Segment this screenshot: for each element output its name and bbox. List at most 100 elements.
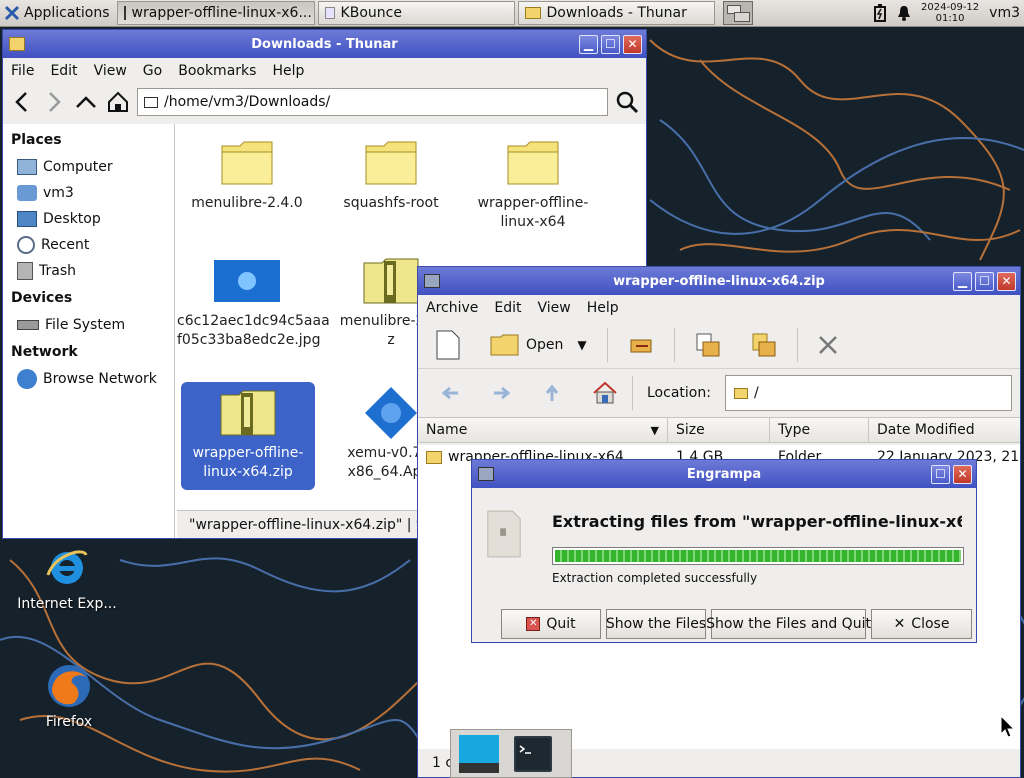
user-menu[interactable]: vm3 — [989, 5, 1020, 21]
back-arrow-icon[interactable] — [440, 385, 460, 401]
home-folder-icon — [17, 185, 37, 201]
menu-edit[interactable]: Edit — [486, 300, 529, 316]
forward-arrow-icon[interactable] — [492, 385, 512, 401]
maximize-button[interactable]: ☐ — [975, 271, 994, 291]
sidebar-item-desktop[interactable]: Desktop — [11, 206, 166, 232]
menu-archive[interactable]: Archive — [418, 300, 486, 316]
extraction-dialog: Engrampa ☐ ✕ Extracting files from "wrap… — [471, 459, 977, 643]
file-item-selected[interactable]: wrapper-offline- linux-x64.zip — [181, 382, 315, 490]
up-arrow-icon[interactable] — [544, 383, 560, 403]
image-thumbnail-icon — [214, 260, 280, 302]
folder-icon — [221, 141, 273, 185]
location-bar[interactable]: /home/vm3/Downloads/ — [137, 88, 608, 116]
quit-button[interactable]: ✕ Quit — [501, 609, 601, 639]
dialog-titlebar[interactable]: Engrampa ☐ ✕ — [472, 460, 976, 488]
add-folder-button[interactable] — [741, 325, 787, 365]
taskbar-item-kbounce[interactable]: KBounce — [317, 1, 515, 25]
search-icon — [616, 91, 639, 114]
desktop-icon-internet-explorer[interactable]: Internet Exp... — [12, 540, 122, 612]
thunar-titlebar[interactable]: Downloads - Thunar ▁ ☐ ✕ — [3, 30, 646, 58]
open-archive-button[interactable]: Open ▼ — [480, 325, 597, 365]
menu-edit[interactable]: Edit — [42, 63, 85, 79]
menu-help[interactable]: Help — [579, 300, 627, 316]
column-header-name[interactable]: Name ▼ — [418, 418, 668, 442]
new-archive-button[interactable] — [426, 325, 470, 365]
applications-menu-button[interactable]: Applications — [0, 0, 114, 27]
sidebar-item-trash[interactable]: Trash — [11, 258, 166, 284]
home-button[interactable] — [105, 89, 131, 115]
sidebar-item-vm3[interactable]: vm3 — [11, 180, 166, 206]
file-item[interactable]: menulibre-2.4.0 — [177, 132, 317, 213]
terminal-icon — [514, 735, 552, 772]
desktop-icon-firefox[interactable]: Firefox — [14, 658, 124, 730]
taskbar-item-thunar[interactable]: Downloads - Thunar — [517, 1, 715, 25]
folder-icon — [524, 7, 541, 19]
add-files-button[interactable] — [685, 325, 731, 365]
appimage-icon — [365, 387, 417, 439]
forward-button[interactable] — [41, 89, 67, 115]
file-item[interactable]: wrapper-offline- linux-x64 — [463, 132, 603, 232]
sidebar-item-recent[interactable]: Recent — [11, 232, 166, 258]
minimize-button[interactable]: ▁ — [953, 271, 972, 291]
sidebar: Places Computer vm3 Desktop Recent Trash — [3, 124, 175, 538]
location-label: Location: — [647, 385, 711, 401]
minimize-icon: ▁ — [583, 37, 594, 51]
close-button[interactable]: ✕ — [997, 271, 1016, 291]
column-header-size[interactable]: Size — [668, 418, 770, 442]
search-button[interactable] — [614, 89, 640, 115]
maximize-button[interactable]: ☐ — [601, 34, 620, 54]
menu-go[interactable]: Go — [135, 63, 170, 79]
open-label: Open — [526, 336, 564, 353]
location-entry[interactable]: / — [724, 375, 1012, 411]
menu-view[interactable]: View — [530, 300, 579, 316]
sidebar-item-label: vm3 — [43, 185, 74, 201]
file-name-line1: c6c12aec1dc94c5aaa — [177, 313, 330, 329]
clock[interactable]: 2024-09-12 01:10 — [921, 2, 979, 24]
column-header-type[interactable]: Type — [770, 418, 869, 442]
dock-item-show-desktop[interactable] — [457, 733, 501, 775]
up-button[interactable] — [73, 89, 99, 115]
progress-fill — [555, 550, 961, 562]
bottom-dock — [450, 729, 572, 778]
dialog-buttons: ✕ Quit Show the Files Show the Files and… — [501, 609, 972, 639]
menu-help[interactable]: Help — [264, 63, 312, 79]
menu-bookmarks[interactable]: Bookmarks — [170, 63, 264, 79]
folder-icon — [365, 141, 417, 185]
minimize-icon: ▁ — [957, 274, 968, 288]
taskbar-item-archive[interactable]: wrapper-offline-linux-x6... — [116, 1, 315, 25]
file-item[interactable]: squashfs-root — [321, 132, 461, 213]
dock-item-terminal[interactable] — [511, 733, 555, 775]
notification-bell-icon[interactable] — [897, 5, 911, 21]
sidebar-item-computer[interactable]: Computer — [11, 154, 166, 180]
toolbar-separator — [796, 327, 798, 362]
chevron-down-icon[interactable]: ▼ — [577, 338, 586, 352]
system-tray: 2024-09-12 01:10 vm3 — [873, 2, 1024, 24]
home-icon[interactable] — [592, 381, 618, 405]
sidebar-item-label: Computer — [43, 159, 113, 175]
archive-titlebar[interactable]: wrapper-offline-linux-x64.zip ▁ ☐ ✕ — [418, 267, 1020, 295]
close-button[interactable]: ✕ — [953, 464, 972, 484]
workspace-pager[interactable] — [722, 1, 753, 25]
clock-date: 2024-09-12 — [921, 2, 980, 13]
menu-view[interactable]: View — [86, 63, 135, 79]
desktop-icon-label: Internet Exp... — [17, 596, 117, 612]
sidebar-item-filesystem[interactable]: File System — [11, 312, 166, 338]
maximize-button[interactable]: ☐ — [931, 464, 950, 484]
column-header-modified[interactable]: Date Modified — [869, 418, 1020, 442]
menu-file[interactable]: File — [3, 63, 42, 79]
sidebar-item-browse-network[interactable]: Browse Network — [11, 366, 166, 392]
file-item[interactable]: c6c12aec1dc94c5aaa f05c33ba8edc2e.jpg — [177, 250, 330, 350]
battery-icon[interactable] — [873, 4, 887, 22]
dialog-heading: Extracting files from "wrapper-offline-l… — [552, 512, 962, 531]
close-button[interactable]: ✕ — [623, 34, 642, 54]
back-button[interactable] — [9, 89, 35, 115]
show-files-and-quit-button[interactable]: Show the Files and Quit — [706, 609, 871, 639]
show-files-button[interactable]: Show the Files — [606, 609, 706, 639]
extract-button[interactable] — [618, 325, 664, 365]
close-dialog-button[interactable]: ✕ Close — [871, 609, 972, 639]
file-name-line2: f05c33ba8edc2e.jpg — [177, 332, 321, 348]
file-name-line1: wrapper-offline- — [477, 195, 589, 211]
up-arrow-icon — [76, 96, 96, 108]
stop-button[interactable] — [808, 325, 848, 365]
minimize-button[interactable]: ▁ — [579, 34, 598, 54]
